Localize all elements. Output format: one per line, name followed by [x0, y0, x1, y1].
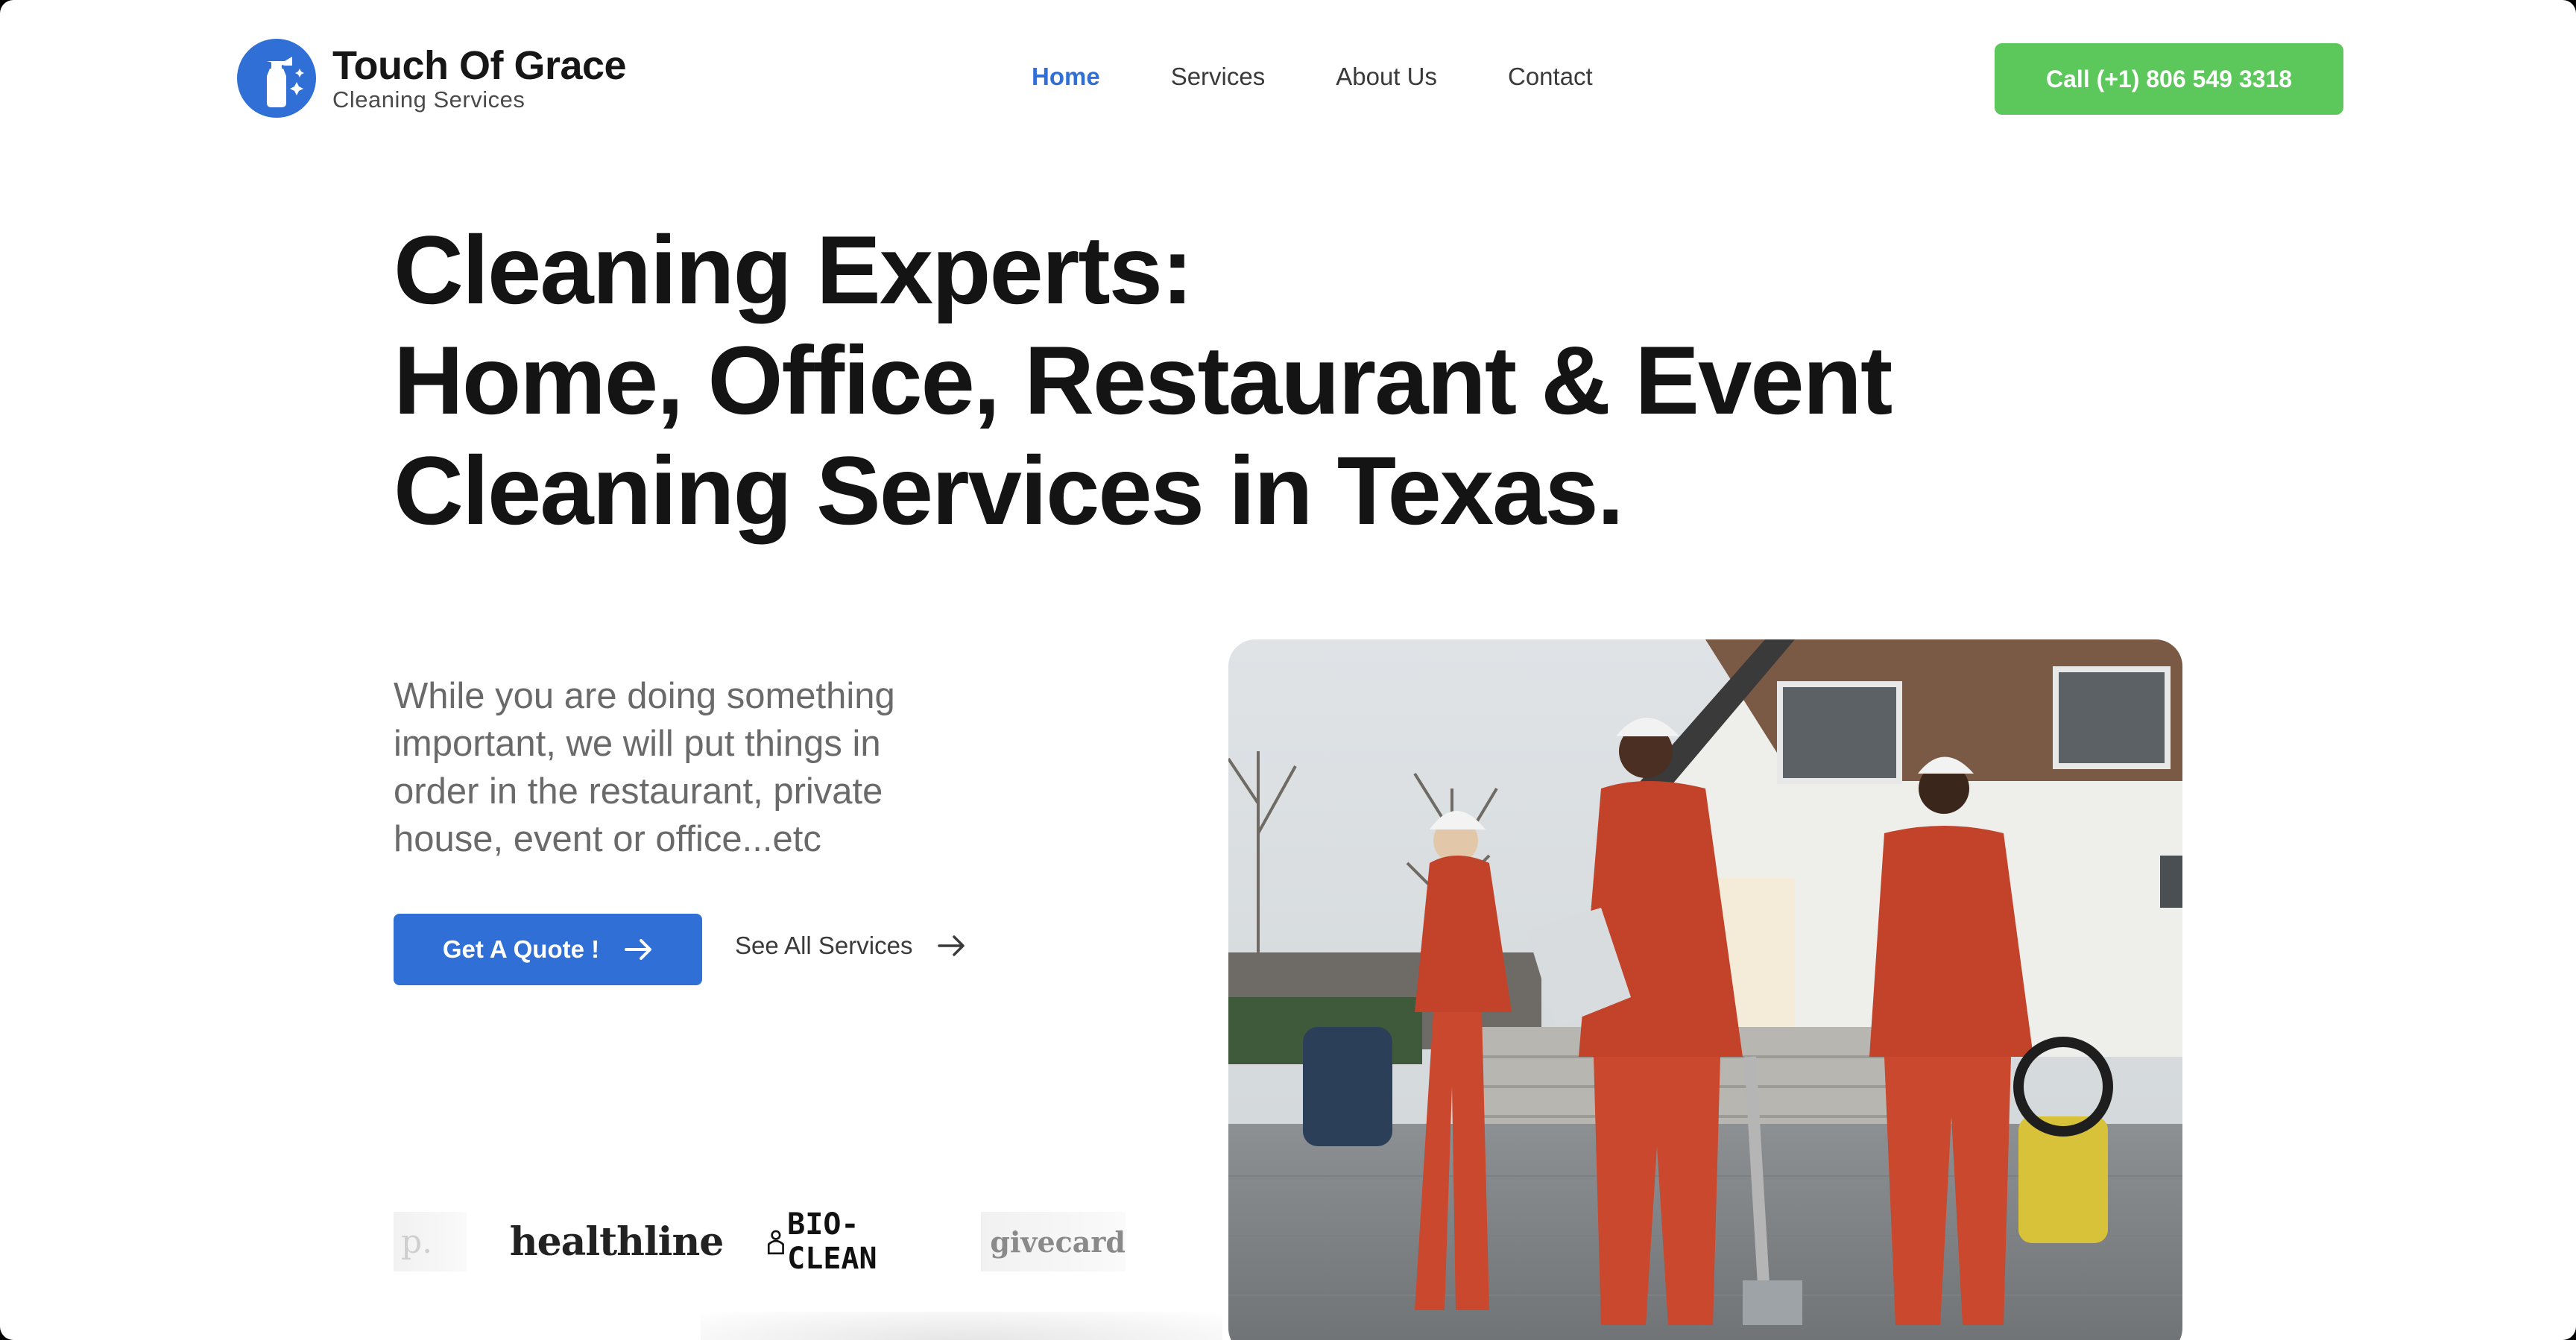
partner-logos: p. healthline BIO-CLEAN givecard: [394, 1212, 1126, 1271]
see-all-services-label: See All Services: [735, 932, 913, 959]
partner-logo-healthline: healthline: [509, 1219, 724, 1265]
partner-logo-partial: p.: [394, 1212, 467, 1271]
headline-line-2: Home, Office, Restaurant & Event: [394, 326, 1892, 434]
headline-line-1: Cleaning Experts:: [394, 215, 1193, 324]
main-nav: Home Services About Us Contact: [1032, 63, 1664, 91]
hero-lead: While you are doing something important,…: [394, 676, 895, 859]
brand-logo[interactable]: Touch Of Grace Cleaning Services: [237, 39, 627, 118]
hero-photo-cleaning-team: [1228, 639, 2182, 1340]
arrow-right-icon: [938, 935, 966, 957]
partner-logo-givecard: givecard: [981, 1212, 1126, 1271]
bioclean-text: BIO-CLEAN: [787, 1212, 877, 1271]
partner-logo-bioclean: BIO-CLEAN: [765, 1212, 929, 1271]
decorative-shadow: [701, 1312, 1222, 1340]
nav-about-us[interactable]: About Us: [1336, 63, 1437, 91]
get-quote-label: Get A Quote !: [442, 935, 600, 963]
nav-home[interactable]: Home: [1032, 63, 1100, 91]
bioclean-mark-icon: [768, 1230, 785, 1255]
nav-services[interactable]: Services: [1171, 63, 1266, 91]
get-quote-button[interactable]: Get A Quote !: [394, 914, 702, 985]
brand-name: Touch Of Grace: [332, 43, 627, 88]
call-button[interactable]: Call (+1) 806 549 3318: [1995, 43, 2343, 115]
spray-bottle-icon: [237, 39, 316, 118]
page: Touch Of Grace Cleaning Services Home Se…: [0, 0, 2576, 1340]
brand-subtitle: Cleaning Services: [332, 86, 525, 113]
hero-headline: Cleaning Experts: Home, Office, Restaura…: [394, 215, 2108, 546]
headline-line-3: Cleaning Services in Texas.: [394, 436, 1624, 545]
see-all-services-link[interactable]: See All Services: [735, 932, 966, 960]
arrow-right-icon: [625, 938, 653, 961]
nav-contact[interactable]: Contact: [1508, 63, 1593, 91]
